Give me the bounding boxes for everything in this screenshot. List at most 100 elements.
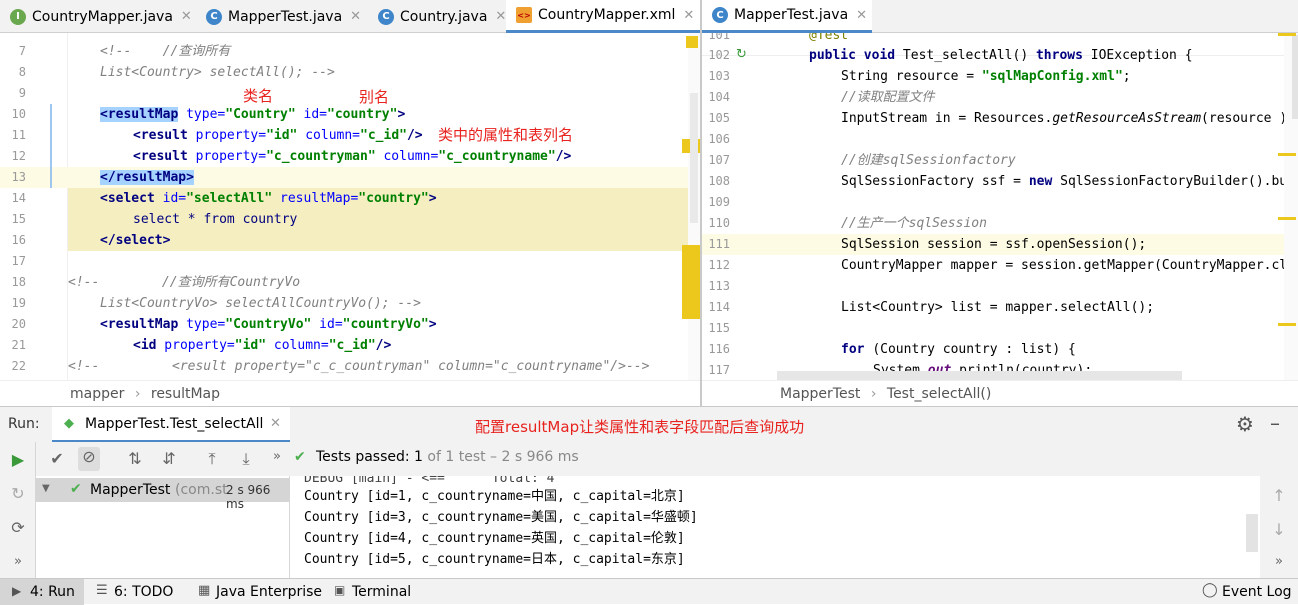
run-panel-header: Run: ◆ MapperTest.Test_selectAll ✕ 配置res… xyxy=(0,406,1298,443)
class-icon: C xyxy=(206,8,222,25)
tab-label: MapperTest.java xyxy=(734,7,849,23)
tab-mappertest-java-right[interactable]: C MapperTest.java ✕ xyxy=(702,0,872,33)
xml-file-icon: <> xyxy=(516,7,532,23)
tool-terminal[interactable]: ▣ Terminal xyxy=(328,579,418,605)
warning-marker[interactable] xyxy=(1278,33,1296,36)
chevron-right-icon: › xyxy=(870,386,877,402)
tab-label: CountryMapper.xml xyxy=(538,7,676,23)
close-icon[interactable]: ✕ xyxy=(350,9,361,24)
close-icon[interactable]: ✕ xyxy=(683,8,694,23)
breadcrumb-item[interactable]: resultMap xyxy=(151,386,220,402)
tool-window-bar: ▶ 4: Run ☰ 6: TODO ▦ Java Enterprise ▣ T… xyxy=(0,578,1298,605)
tool-label: Event Log xyxy=(1222,584,1292,600)
more-actions-icon[interactable]: » xyxy=(1268,554,1290,569)
breadcrumb-item[interactable]: Test_selectAll() xyxy=(887,386,991,402)
warning-marker[interactable] xyxy=(1278,217,1296,220)
tab-label: CountryMapper.java xyxy=(32,8,173,25)
more-actions-icon[interactable]: » xyxy=(7,554,29,569)
test-tree: ▼ ✔ MapperTest (com.st 2 s 966 ms xyxy=(36,476,290,578)
breadcrumb: mapper › resultMap xyxy=(0,380,700,406)
tab-label: MapperTest.java xyxy=(228,8,343,25)
class-icon: C xyxy=(378,8,394,25)
annotation-run-note: 配置resultMap让类属性和表字段匹配后查询成功 xyxy=(475,418,805,436)
sort-alpha-icon[interactable]: ⇅ xyxy=(124,449,146,468)
tool-todo[interactable]: ☰ 6: TODO xyxy=(90,579,180,605)
run-config-label: MapperTest.Test_selectAll xyxy=(85,416,264,432)
more-actions-icon[interactable]: » xyxy=(266,449,288,464)
run-config-tab[interactable]: ◆ MapperTest.Test_selectAll ✕ xyxy=(52,407,290,443)
horizontal-scrollbar[interactable] xyxy=(777,371,1182,380)
test-result-icon: ◆ xyxy=(64,416,74,431)
error-stripe[interactable] xyxy=(1278,33,1298,380)
play-icon: ▶ xyxy=(12,584,22,598)
tool-label: Java Enterprise xyxy=(216,584,323,600)
expand-all-icon[interactable]: ⤒ xyxy=(201,449,223,469)
warning-marker[interactable] xyxy=(686,36,698,48)
breadcrumb-item[interactable]: MapperTest xyxy=(780,386,860,402)
arrow-up-icon[interactable]: ↑ xyxy=(1268,486,1290,505)
class-icon: C xyxy=(712,7,728,23)
interface-icon: I xyxy=(10,8,26,25)
sort-duration-icon[interactable]: ⇵ xyxy=(158,449,180,468)
annotation-alias: 别名 xyxy=(359,88,390,106)
collapse-all-icon[interactable]: ⤓ xyxy=(235,449,257,469)
chevron-down-icon[interactable]: ▼ xyxy=(42,483,50,494)
tool-java-enterprise[interactable]: ▦ Java Enterprise xyxy=(192,579,322,605)
console-line: Country [id=5, c_countryname=日本, c_capit… xyxy=(304,552,685,567)
tab-mappertest-java[interactable]: C MapperTest.java ✕ xyxy=(196,0,368,33)
tool-run[interactable]: ▶ 4: Run xyxy=(0,579,84,605)
breadcrumb: MapperTest › Test_selectAll() xyxy=(702,380,1298,406)
warning-marker[interactable] xyxy=(1278,153,1296,156)
tree-item-package: (com.st xyxy=(175,482,228,498)
gear-icon[interactable]: ⚙ xyxy=(1236,412,1254,436)
scrollbar-thumb[interactable] xyxy=(690,93,698,223)
show-ignored-icon[interactable]: ⊘ xyxy=(78,447,100,471)
console-side-toolbar: ↑ ↓ » xyxy=(1260,476,1298,578)
scrollbar-thumb[interactable] xyxy=(1292,35,1298,119)
warning-marker[interactable] xyxy=(1278,323,1296,326)
tree-row-selected[interactable]: ▼ ✔ MapperTest (com.st 2 s 966 ms xyxy=(36,478,289,511)
close-icon[interactable]: ✕ xyxy=(270,416,281,431)
error-stripe[interactable] xyxy=(682,33,700,380)
tool-label: 4: Run xyxy=(30,584,75,600)
tab-country-java[interactable]: C Country.java ✕ xyxy=(368,0,510,33)
tool-label: 6: TODO xyxy=(114,584,174,600)
scrollbar-thumb[interactable] xyxy=(1246,514,1258,552)
tab-countrymapper-xml[interactable]: <> CountryMapper.xml ✕ xyxy=(506,0,700,33)
toggle-auto-test-icon[interactable]: ⟳ xyxy=(7,518,29,537)
list-icon: ☰ xyxy=(96,583,108,598)
tab-label: Country.java xyxy=(400,8,488,25)
annotation-props-cols: 类中的属性和表列名 xyxy=(438,126,574,144)
gutter xyxy=(36,33,68,380)
minimize-icon[interactable]: – xyxy=(1270,411,1280,435)
rerun-failed-icon[interactable]: ↻ xyxy=(7,484,29,503)
xml-editor[interactable]: 7 <!-- //查询所有 8 List<Country> selectAll();… xyxy=(0,33,700,380)
run-test-gutter-icon[interactable]: ↻ xyxy=(736,47,747,62)
java-enterprise-icon: ▦ xyxy=(198,583,211,598)
run-side-toolbar: ▶ ↻ ⟳ » xyxy=(0,442,36,578)
selection-marker xyxy=(50,104,52,188)
tree-item-label: MapperTest xyxy=(90,482,171,498)
event-log-icon: ◯ xyxy=(1202,582,1218,598)
annotation-class-name: 类名 xyxy=(243,87,274,105)
console-line: Country [id=4, c_countryname=英国, c_capit… xyxy=(304,531,685,546)
tab-countrymapper-java[interactable]: I CountryMapper.java ✕ xyxy=(0,0,196,33)
chevron-right-icon: › xyxy=(134,386,141,402)
editor-tabs-left: I CountryMapper.java ✕ C MapperTest.java… xyxy=(0,0,700,33)
tool-event-log[interactable]: ◯ Event Log xyxy=(1198,579,1294,605)
close-icon[interactable]: ✕ xyxy=(181,9,192,24)
arrow-down-icon[interactable]: ↓ xyxy=(1268,520,1290,539)
check-icon: ✔ xyxy=(70,481,82,497)
rerun-icon[interactable]: ▶ xyxy=(7,450,29,469)
check-icon: ✔ xyxy=(294,449,306,465)
tool-label: Terminal xyxy=(352,584,412,600)
close-icon[interactable]: ✕ xyxy=(856,8,867,23)
close-icon[interactable]: ✕ xyxy=(495,9,506,24)
console-output[interactable]: DEBUG [main] - <== Total: 4 Country [id=… xyxy=(290,476,1260,578)
java-editor[interactable]: ↻ 101 @Test 102 public void Test_selectAll… xyxy=(702,33,1298,380)
show-passed-icon[interactable]: ✔ xyxy=(46,449,68,468)
warning-marker[interactable] xyxy=(682,245,700,319)
breadcrumb-item[interactable]: mapper xyxy=(70,386,124,402)
run-toolbar: ✔ ⊘ ⇅ ⇵ ⤒ ⤓ » ✔ Tests passed: 1 of 1 tes… xyxy=(36,442,1298,476)
test-status: Tests passed: 1 of 1 test – 2 s 966 ms xyxy=(316,449,579,465)
